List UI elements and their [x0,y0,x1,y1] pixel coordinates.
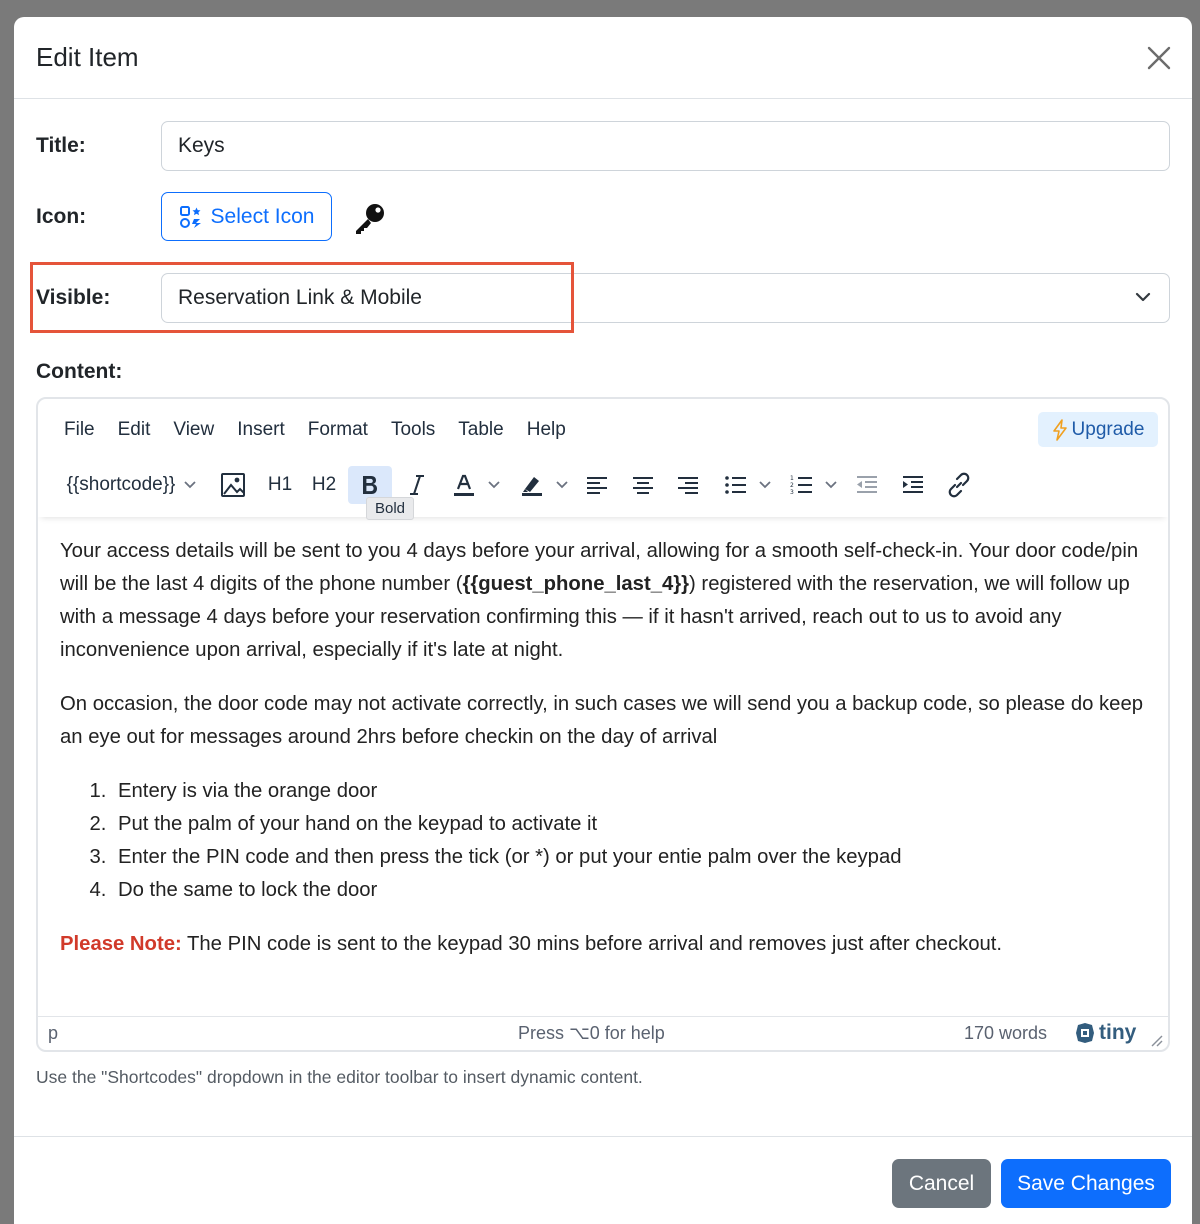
icon-row: Icon: Select Icon [36,192,1170,241]
svg-text:1: 1 [790,475,794,482]
heading1-button[interactable]: H1 [260,466,300,504]
chevron-down-icon [488,481,500,489]
title-input[interactable] [161,121,1170,171]
bold-tooltip: Bold [366,497,415,520]
rich-text-editor: File Edit View Insert Format Tools Table… [36,397,1170,1052]
title-row: Title: [36,121,1170,171]
align-center-button[interactable] [624,466,662,504]
align-right-button[interactable] [669,466,707,504]
menu-view[interactable]: View [173,419,214,441]
align-left-button[interactable] [578,466,616,504]
highlight-color-button[interactable] [514,466,574,504]
close-button[interactable] [1144,43,1174,73]
select-icon-button[interactable]: Select Icon [161,192,332,241]
list-item: Enter the PIN code and then press the ti… [112,841,1146,874]
editor-content[interactable]: Your access details will be sent to you … [60,535,1146,982]
outdent-button[interactable] [848,466,886,504]
visible-select-value: Reservation Link & Mobile [178,286,422,309]
editor-menubar: File Edit View Insert Format Tools Table… [38,399,1168,461]
highlighter-icon [522,477,542,496]
insert-link-button[interactable] [940,466,978,504]
indent-icon [903,476,923,493]
align-center-icon [633,477,653,494]
title-label: Title: [36,134,86,157]
tiny-logo-icon [1076,1023,1094,1043]
editor-help-text: Use the "Shortcodes" dropdown in the edi… [36,1067,643,1087]
bullet-list-icon [725,476,746,494]
chevron-down-icon [556,481,568,489]
content-label: Content: [36,360,123,383]
content-paragraph-1: Your access details will be sent to you … [60,535,1146,667]
menu-tools[interactable]: Tools [391,419,435,441]
menu-help[interactable]: Help [527,419,566,441]
upgrade-label: Upgrade [1071,418,1145,440]
note-text: The PIN code is sent to the keypad 30 mi… [181,933,1003,955]
svg-text:2: 2 [790,482,794,489]
shortcode-dropdown[interactable]: {{shortcode}} [62,466,202,504]
resize-handle-icon[interactable] [1150,1034,1164,1048]
cancel-button[interactable]: Cancel [892,1159,991,1208]
key-icon [356,204,384,234]
image-icon [221,473,245,497]
chevron-down-icon [184,481,197,489]
visible-select[interactable]: Reservation Link & Mobile [161,273,1170,323]
modal-footer: Cancel Save Changes [14,1136,1192,1224]
select-icon-label: Select Icon [210,204,315,228]
chevron-down-icon [1135,292,1151,302]
heading2-button[interactable]: H2 [304,466,344,504]
italic-icon [410,475,424,495]
list-item: Put the palm of your hand on the keypad … [112,808,1146,841]
menu-file[interactable]: File [64,419,95,441]
content-note: Please Note: The PIN code is sent to the… [60,928,1146,961]
svg-text:3: 3 [790,489,794,496]
editor-toolbar: {{shortcode}} H1 H2 1 2 3 [38,461,1168,517]
align-left-icon [587,477,607,494]
chevron-down-icon [759,481,771,489]
bullet-list-button[interactable] [718,466,778,504]
text-color-button[interactable] [446,466,506,504]
shortcode-label: {{shortcode}} [66,474,176,495]
heading2-label: H2 [311,474,337,495]
icon-label: Icon: [36,204,87,228]
menu-format[interactable]: Format [308,419,368,441]
editor-statusbar: p Press ⌥0 for help 170 words tiny [38,1016,1168,1050]
help-hint: Press ⌥0 for help [518,1023,665,1043]
menu-edit[interactable]: Edit [118,419,151,441]
tiny-logo[interactable]: tiny [1074,1021,1136,1045]
menu-insert[interactable]: Insert [237,419,285,441]
numbered-list-button[interactable]: 123 [784,466,844,504]
numbered-list-icon: 123 [790,475,812,496]
visible-label: Visible: [36,286,111,309]
upgrade-button[interactable]: Upgrade [1038,412,1158,447]
element-path[interactable]: p [48,1023,58,1044]
icon-picker-icon [179,205,201,228]
insert-image-button[interactable] [214,466,252,504]
phone-shortcode: {{guest_phone_last_4}} [462,573,690,595]
heading1-label: H1 [267,474,293,495]
menu-table[interactable]: Table [458,419,503,441]
note-label: Please Note: [60,933,182,955]
list-item: Entery is via the orange door [112,775,1146,808]
link-icon [948,472,970,498]
steps-list: Entery is via the orange door Put the pa… [112,775,1146,907]
align-right-icon [678,477,698,494]
text-color-icon [454,474,474,496]
list-item: Do the same to lock the door [112,874,1146,907]
tiny-brand-text: tiny [1099,1021,1137,1044]
word-count[interactable]: 170 words [964,1023,1047,1044]
visible-row: Visible: Reservation Link & Mobile [36,273,1170,323]
content-row: Content: [36,357,1170,387]
chevron-down-icon [825,481,837,489]
bold-icon [363,476,377,494]
modal-header: Edit Item [14,17,1192,99]
lightning-icon [1052,418,1067,441]
outdent-icon [857,476,877,493]
edit-item-modal: Edit Item Title: Icon: Select Icon [14,17,1192,1224]
close-icon [1147,46,1171,70]
modal-title: Edit Item [36,42,139,72]
indent-button[interactable] [894,466,932,504]
content-paragraph-2: On occasion, the door code may not activ… [60,693,1144,748]
save-changes-button[interactable]: Save Changes [1001,1159,1171,1208]
